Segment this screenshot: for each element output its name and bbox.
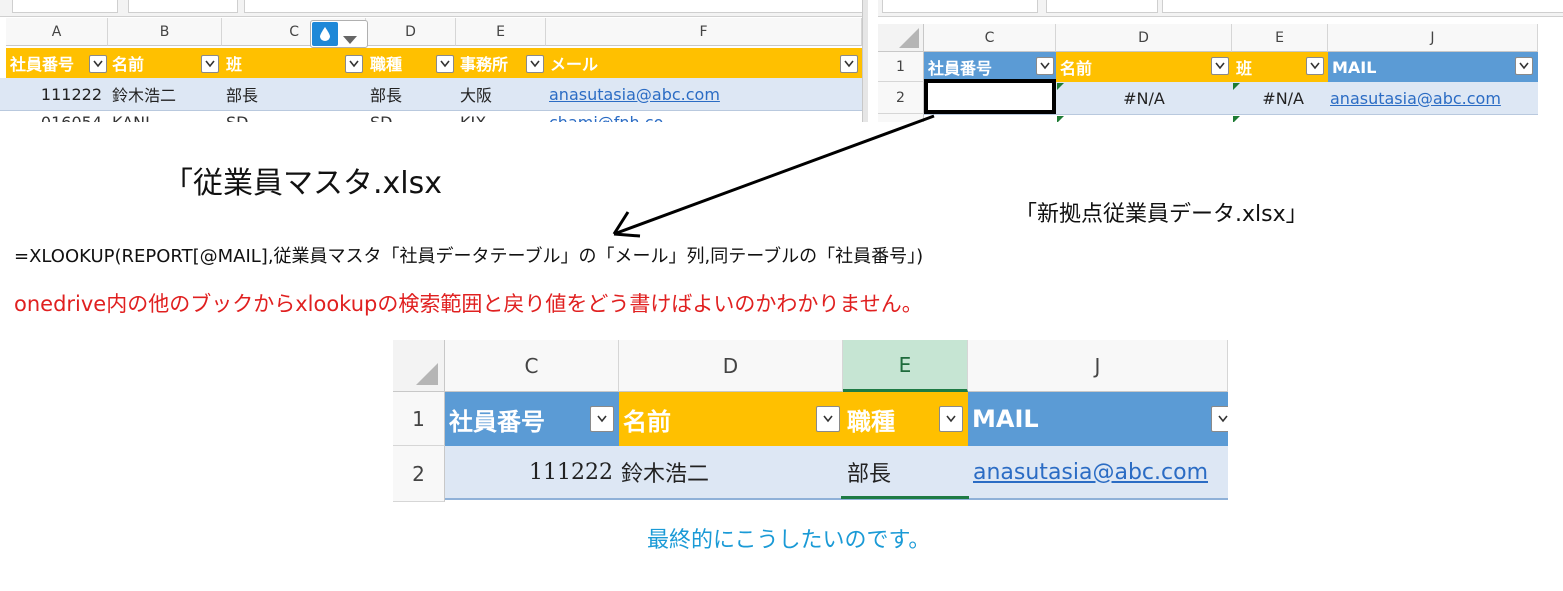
row-header-1[interactable]: 1 [393,392,445,446]
filter-dropdown-icon[interactable] [816,406,840,432]
formula-text: =XLOOKUP(REPORT[@MAIL],従業員マスタ「社員データテーブル」… [14,246,924,267]
col-header-E-selected[interactable]: E [843,340,968,392]
cell-mail[interactable]: anasutasia@abc.com [973,446,1228,498]
new-site-file-label: 「新拠点従業員データ.xlsx」 [1015,202,1308,227]
desired-result-pane: C D E J 1 2 社員番号 名前 職種 MAIL 111222 鈴木浩二 … [393,340,1228,502]
select-all-corner-icon[interactable] [393,340,445,392]
col-header-D[interactable]: D [619,340,843,392]
filter-dropdown-icon[interactable] [590,406,614,432]
row-header-2[interactable]: 2 [393,446,445,502]
final-goal-text: 最終的にこうしたいのです。 [647,528,931,553]
header-name: 名前 [619,392,843,446]
filter-dropdown-icon[interactable] [1211,406,1228,432]
header-mail: MAIL [968,392,1228,446]
selected-cell-border [841,496,969,502]
col-header-C[interactable]: C [445,340,619,392]
cell-job-type[interactable]: 部長 [847,446,968,498]
question-text: onedrive内の他のブックからxlookupの検索範囲と戻り値をどう書けばよ… [14,292,923,316]
cell-employee-id[interactable]: 111222 [445,446,619,498]
master-file-label: 「従業員マスタ.xlsx [163,166,443,201]
col-header-J[interactable]: J [968,340,1228,392]
filter-dropdown-icon[interactable] [939,406,963,432]
cell-name[interactable]: 鈴木浩二 [621,446,843,498]
